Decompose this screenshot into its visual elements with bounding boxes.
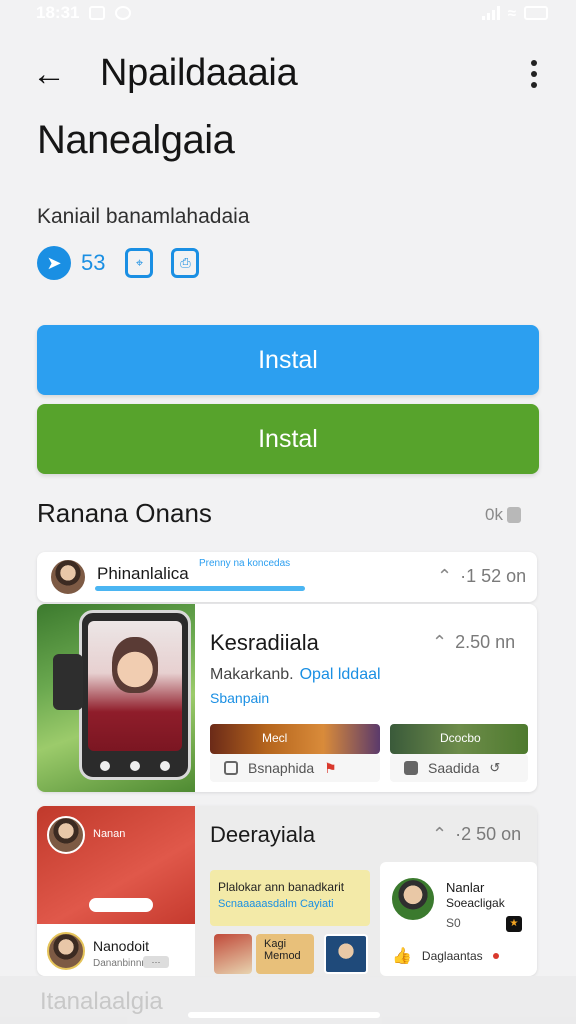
install-button-primary[interactable]: Instal (37, 325, 539, 395)
profile-subtitle: Soeacligak (446, 896, 505, 910)
folder-icon (404, 761, 418, 775)
avatar (47, 932, 85, 970)
featured-photo[interactable] (37, 604, 195, 792)
reviewer-name: Phinanlalica (97, 564, 189, 583)
status-dot-icon (492, 953, 499, 959)
verified-icon: ➤ (37, 246, 71, 280)
thumbnail-label: Mecl (262, 731, 288, 745)
profile-card[interactable]: Nanlar Soeacligak S0 ★ 👍 Daglaantas (380, 862, 537, 976)
settings-icon (115, 6, 132, 20)
filter-icon (506, 507, 521, 523)
location-icon[interactable]: ⌖ (125, 248, 154, 278)
reviewer-subtitle: Prenny na koncedas (199, 558, 291, 569)
person-portrait (112, 637, 158, 693)
thumbs-up-icon[interactable]: 👍 (392, 946, 412, 966)
chip-label: Saadida (428, 760, 480, 776)
status-bar: 18:31 ≈ (0, 0, 576, 26)
notification-icon (89, 6, 106, 20)
card-title: Deerayiala (210, 822, 316, 847)
phone-screen (88, 621, 182, 751)
profile-footer: Nanodoit Dananbinnn ··· (37, 924, 195, 976)
media-thumbnail[interactable]: Mecl (210, 724, 380, 754)
navigation-bar: Itanalaalgia (0, 976, 576, 1024)
more-options-icon[interactable] (520, 54, 548, 94)
status-time: 18:31 (36, 3, 80, 22)
chevron-up-icon[interactable]: ⌃ (432, 632, 447, 653)
card-link[interactable]: Sbanpain (210, 690, 269, 706)
chevron-up-icon[interactable]: ⌃ (432, 824, 447, 845)
avatar (390, 876, 436, 922)
share-icon: ↺ (489, 760, 501, 775)
section-meta-label: 0k (485, 505, 503, 524)
wifi-icon: ≈ (507, 4, 516, 22)
app-bar: ← Npaildaaaia (0, 44, 576, 104)
card-time: ·2 50 on (455, 824, 522, 844)
avatar (47, 816, 85, 854)
promo-panel[interactable]: Nanan (37, 806, 195, 924)
review-card-2[interactable]: Kesradiiala ⌃ 2.50 nn Makarkanb. Opal ld… (37, 604, 537, 792)
phone-frame (79, 610, 191, 780)
media-thumbnail[interactable]: Kagi Memod (256, 934, 314, 974)
section-meta[interactable]: 0k (485, 505, 521, 525)
promo-line-2: Scnaaaaasdalm Cayiati (218, 898, 334, 910)
app-bar-title: Npaildaaaia (100, 52, 298, 94)
thumbnail-label: Dcocbo (440, 731, 481, 745)
progress-bar (95, 586, 305, 591)
profile-action[interactable]: Daglaantas (422, 949, 483, 963)
install-button-secondary[interactable]: Instal (37, 404, 539, 474)
profile-subtitle: Dananbinnn (93, 958, 147, 969)
app-name: Nanealgaia (37, 118, 235, 162)
app-subtitle: Kaniail banamlahadaia (37, 205, 250, 228)
action-chip[interactable]: Saadida ↺ (390, 754, 528, 782)
switch-camera-icon (160, 761, 170, 771)
badge-icon: ★ (506, 916, 522, 932)
battery-icon (524, 6, 548, 20)
rating-value: 53 (81, 250, 106, 275)
promo-pill[interactable] (89, 898, 153, 912)
chip-label: Bsnaphida (248, 760, 315, 776)
card-title: Kesradiiala (210, 630, 319, 655)
nav-ghost-text: Itanalaalgia (40, 988, 163, 1015)
card-description-highlight: Opal lddaal (299, 666, 381, 683)
app-meta-row: ➤ 53 ⌖ ⎙ (37, 246, 207, 280)
card-time: 2.50 nn (455, 632, 516, 652)
profile-count: S0 (446, 916, 461, 930)
promo-banner[interactable]: Plalokar ann banadkarit Scnaaaaasdalm Ca… (210, 870, 370, 926)
section-title: Ranana Onans (37, 498, 212, 528)
thumbnail-label: Kagi Memod (264, 938, 301, 962)
review-card-1[interactable]: Phinanlalica Prenny na koncedas ⌃ ·1 52 … (37, 552, 537, 602)
media-thumbnail[interactable] (214, 934, 252, 974)
profile-name: Nanodoit (93, 938, 150, 954)
promo-line-1: Plalokar ann banadkarit (218, 880, 345, 894)
review-card-3[interactable]: Nanan Nanodoit Dananbinnn ··· Deerayiala… (37, 806, 537, 976)
camera-control-icon (100, 761, 110, 771)
shutter-icon (130, 761, 140, 771)
profile-name: Nanlar (446, 880, 485, 895)
review-time: ·1 52 on (460, 566, 527, 586)
media-thumbnail[interactable]: Dcocbo (390, 724, 528, 754)
card-description: Makarkanb. (210, 666, 294, 683)
profile-badge: ··· (143, 956, 169, 968)
action-chip[interactable]: Bsnaphida ⚑ (210, 754, 380, 782)
back-arrow-icon[interactable]: ← (32, 54, 72, 94)
signal-icon (481, 6, 500, 20)
clipboard-icon (224, 761, 238, 775)
bookmark-icon: ⚑ (324, 759, 337, 776)
device-icon[interactable]: ⎙ (171, 248, 200, 278)
promo-name: Nanan (93, 828, 126, 840)
avatar (49, 558, 87, 596)
media-thumbnail[interactable] (324, 934, 368, 974)
second-phone (53, 654, 83, 710)
chevron-up-icon[interactable]: ⌃ (437, 566, 452, 587)
home-indicator[interactable] (188, 1012, 380, 1018)
